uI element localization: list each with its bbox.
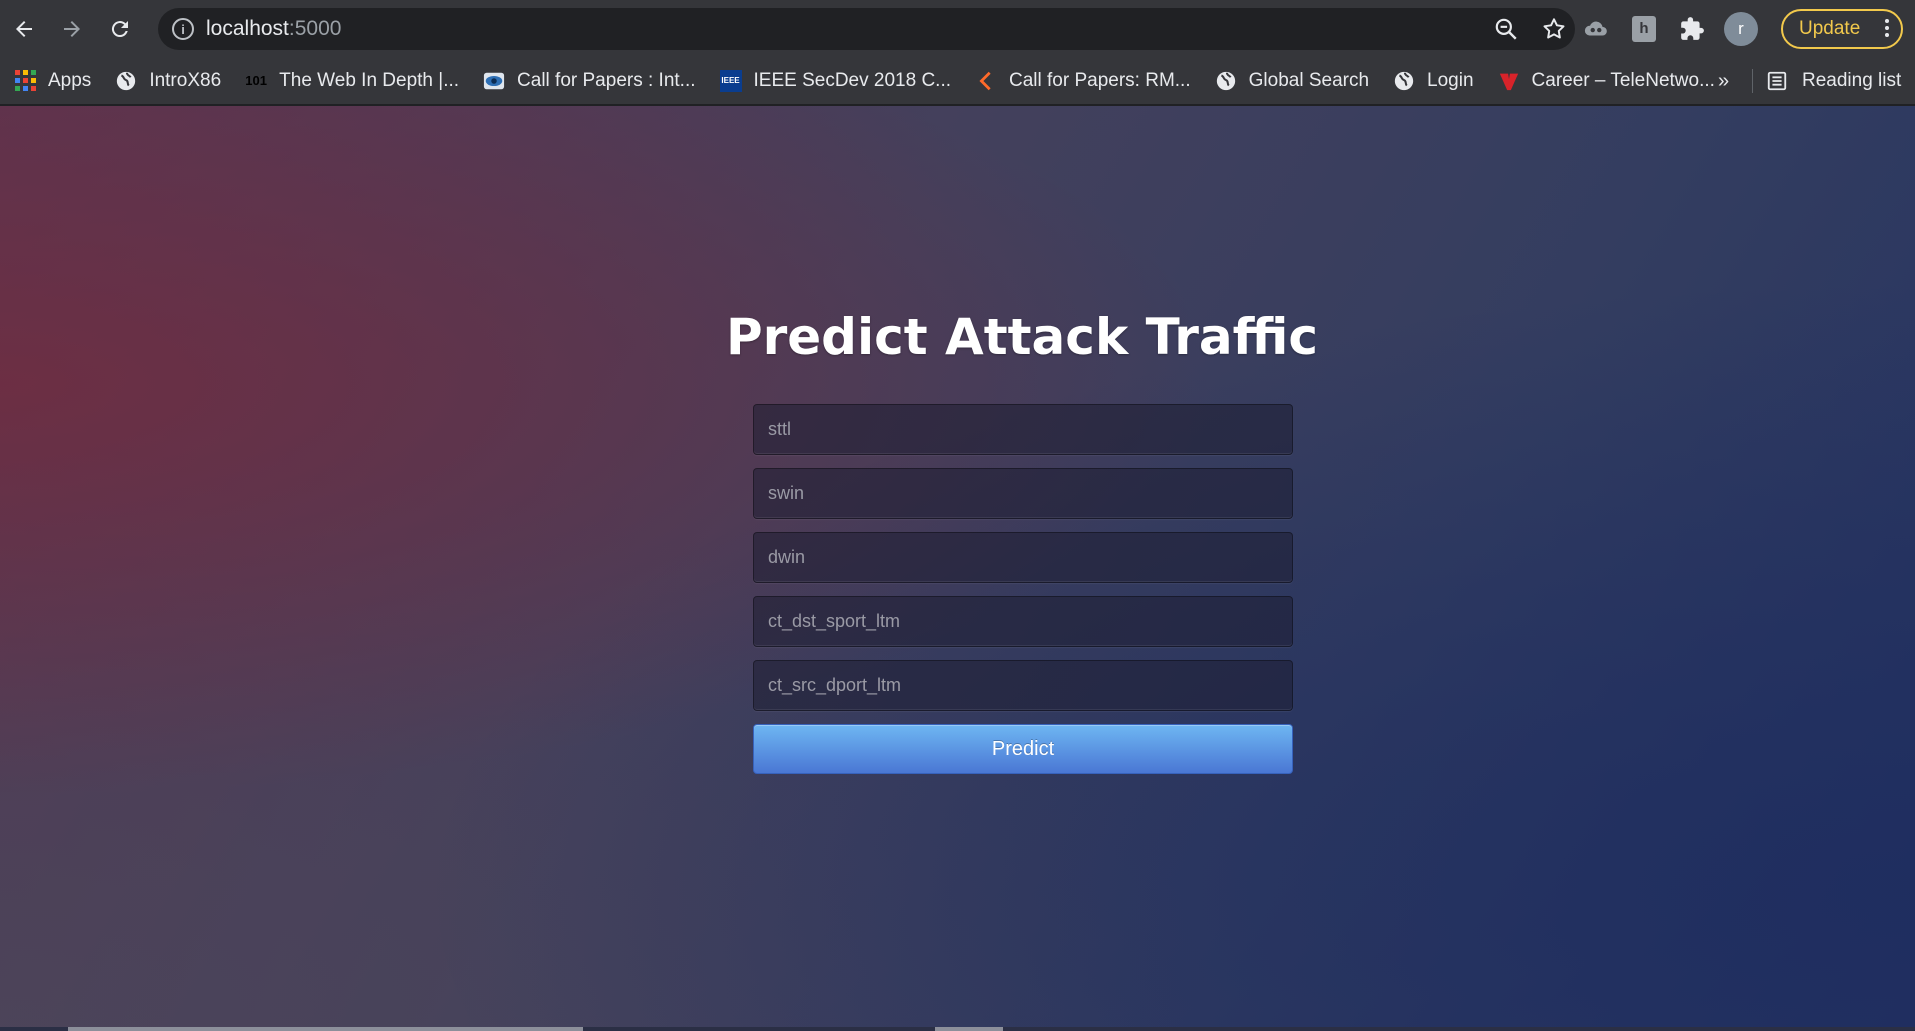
extension-cloud-icon[interactable]	[1580, 13, 1612, 45]
update-button[interactable]: Update	[1781, 9, 1903, 49]
arrow-right-icon	[64, 20, 80, 37]
bookmarks-divider	[1752, 69, 1753, 93]
info-icon[interactable]: i	[172, 18, 194, 40]
sttl-input[interactable]	[753, 404, 1293, 455]
globe-icon	[1215, 70, 1237, 92]
bookmark-label: Call for Papers : Int...	[517, 69, 696, 91]
arrow-left-icon	[16, 20, 32, 37]
ieee-icon: IEEE	[719, 69, 742, 92]
swin-input[interactable]	[753, 468, 1293, 519]
bookmark-label: Global Search	[1248, 69, 1370, 91]
bookmark-label: Login	[1427, 69, 1474, 91]
menu-dots-icon[interactable]	[1885, 19, 1889, 37]
bookmark-call-for-papers-int[interactable]: Call for Papers : Int...	[483, 69, 696, 92]
star-icon[interactable]	[1541, 16, 1567, 42]
url-host: localhost	[206, 17, 289, 40]
bookmarks-bar: Apps IntroX86 101 The Web In Depth |... …	[0, 57, 1915, 105]
globe-icon	[115, 70, 137, 92]
puzzle-icon[interactable]	[1676, 13, 1708, 45]
page-content: Predict Attack Traffic Predict	[0, 106, 1915, 1031]
predict-form: Predict	[753, 404, 1293, 774]
back-button[interactable]	[0, 0, 48, 57]
extension-badge-icon[interactable]: h	[1628, 13, 1660, 45]
bookmark-label: Apps	[48, 69, 92, 91]
ct-dst-sport-ltm-input[interactable]	[753, 596, 1293, 647]
apps-grid-icon	[14, 70, 36, 92]
bookmark-label: IEEE SecDev 2018 C...	[753, 69, 952, 91]
chevron-orange-icon	[975, 70, 997, 92]
dwin-input[interactable]	[753, 532, 1293, 583]
predict-button[interactable]: Predict	[753, 724, 1293, 774]
eye-icon	[483, 70, 505, 92]
browser-toolbar: i localhost:5000 h r Update	[0, 0, 1915, 57]
bookmark-label: IntroX86	[149, 69, 222, 91]
reading-list-button[interactable]: Reading list	[1766, 57, 1901, 105]
ct-src-dport-ltm-input[interactable]	[753, 660, 1293, 711]
bookmark-web-in-depth[interactable]: 101 The Web In Depth |...	[245, 69, 460, 92]
bookmark-login[interactable]: Login	[1393, 70, 1474, 92]
forward-button[interactable]	[48, 0, 96, 57]
bookmark-apps[interactable]: Apps	[14, 70, 91, 92]
page-title: Predict Attack Traffic	[725, 308, 1319, 366]
address-bar[interactable]: i localhost:5000	[158, 8, 1575, 50]
reading-list-icon	[1767, 71, 1787, 91]
reading-list-label: Reading list	[1802, 70, 1902, 91]
update-label: Update	[1799, 18, 1861, 39]
bookmark-career[interactable]: Career – TeleNetwo...	[1498, 70, 1715, 92]
scrollbar-thumb[interactable]	[935, 1027, 1003, 1031]
bookmark-introx86[interactable]: IntroX86	[115, 70, 221, 92]
bookmark-label: The Web In Depth |...	[279, 69, 460, 91]
scrollbar-thumb[interactable]	[68, 1027, 583, 1031]
horizontal-scrollbar[interactable]	[0, 1027, 1915, 1031]
avatar[interactable]: r	[1724, 11, 1758, 46]
bookmark-global-search[interactable]: Global Search	[1215, 70, 1369, 92]
reload-button[interactable]	[96, 0, 144, 57]
bookmark-label: Call for Papers: RM...	[1009, 69, 1191, 91]
globe-icon	[1393, 70, 1415, 92]
reload-icon	[111, 20, 128, 37]
url-port: :5000	[288, 17, 342, 40]
bookmark-label: Career – TeleNetwo...	[1531, 69, 1715, 91]
bookmark-call-for-papers-rm[interactable]: Call for Papers: RM...	[975, 70, 1191, 92]
101-icon: 101	[245, 69, 268, 92]
red-logo-icon	[1498, 70, 1520, 92]
bookmark-ieee-secdev[interactable]: IEEE IEEE SecDev 2018 C...	[719, 69, 952, 92]
zoom-icon[interactable]	[1493, 16, 1519, 42]
more-bookmarks-button[interactable]: »	[1718, 57, 1729, 105]
